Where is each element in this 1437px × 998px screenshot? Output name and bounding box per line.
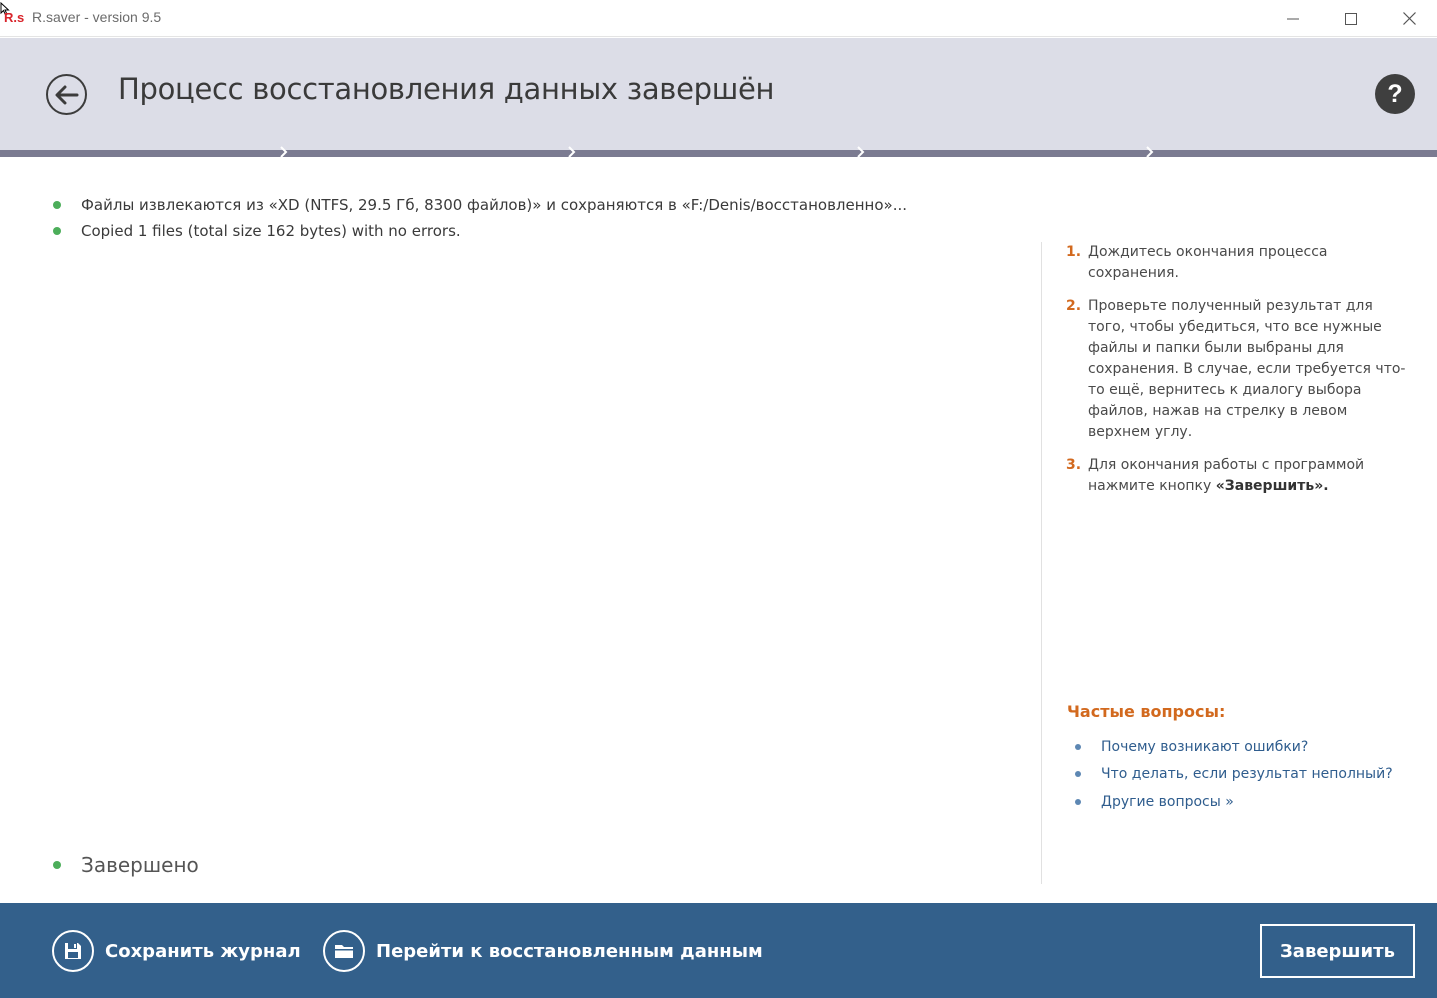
step-separator-icon: [568, 146, 576, 158]
instruction-text: Дождитесь окончания процесса сохранения.: [1088, 244, 1328, 281]
faq-title: Частые вопросы:: [1067, 702, 1226, 721]
save-log-label: Сохранить журнал: [105, 940, 301, 962]
log-text: Файлы извлекаются из «XD (NTFS, 29.5 Гб,…: [81, 196, 908, 214]
instruction-bold-text: «Завершить».: [1215, 478, 1329, 494]
minimize-icon: [1287, 18, 1299, 19]
minimize-button[interactable]: [1264, 0, 1322, 37]
step-separator-icon: [857, 146, 865, 158]
status-dot-icon: [53, 861, 61, 869]
log-panel: Файлы извлекаются из «XD (NTFS, 29.5 Гб,…: [50, 192, 1030, 244]
back-button[interactable]: [46, 74, 87, 115]
faq-link[interactable]: Почему возникают ошибки?: [1101, 739, 1308, 755]
bullet-icon: [1075, 771, 1081, 778]
instruction-item: 3. Для окончания работы с программой наж…: [1066, 455, 1406, 497]
faq-item: Почему возникают ошибки?: [1075, 733, 1393, 761]
step-progress-bar: [0, 150, 1437, 157]
instruction-item: 1. Дождитесь окончания процесса сохранен…: [1066, 242, 1406, 284]
status-dot-icon: [53, 201, 61, 209]
log-line: Файлы извлекаются из «XD (NTFS, 29.5 Гб,…: [50, 192, 1030, 218]
window-title: R.saver - version 9.5: [32, 9, 162, 25]
faq-list: Почему возникают ошибки? Что делать, есл…: [1075, 733, 1393, 816]
bullet-icon: [1075, 743, 1081, 750]
question-icon: ?: [1387, 79, 1403, 108]
help-button[interactable]: ?: [1375, 74, 1415, 114]
status-line: Завершено: [50, 853, 199, 877]
step-separator-icon: [1146, 146, 1154, 158]
instruction-number: 2.: [1066, 298, 1082, 314]
log-line: Copied 1 files (total size 162 bytes) wi…: [50, 218, 1030, 244]
log-text: Copied 1 files (total size 162 bytes) wi…: [81, 222, 461, 240]
status-dot-icon: [53, 227, 61, 235]
faq-item: Что делать, если результат неполный?: [1075, 761, 1393, 789]
title-bar: R.s R.saver - version 9.5: [0, 0, 1437, 37]
instruction-number: 1.: [1066, 244, 1082, 260]
instruction-item: 2. Проверьте полученный результат для то…: [1066, 296, 1406, 443]
page-title: Процесс восстановления данных завершён: [118, 72, 775, 106]
maximize-icon: [1345, 12, 1357, 25]
finish-button[interactable]: Завершить: [1260, 924, 1415, 978]
instruction-text: Для окончания работы с программой нажмит…: [1088, 455, 1406, 497]
app-logo: R.s: [4, 10, 25, 25]
maximize-button[interactable]: [1322, 0, 1380, 37]
close-button[interactable]: [1380, 0, 1437, 37]
save-log-button[interactable]: Сохранить журнал: [52, 929, 301, 973]
close-icon: [1402, 12, 1416, 25]
faq-link[interactable]: Что делать, если результат неполный?: [1101, 766, 1393, 782]
folder-icon: [323, 930, 365, 972]
faq-link-more[interactable]: Другие вопросы »: [1101, 794, 1234, 810]
faq-item: Другие вопросы »: [1075, 788, 1393, 816]
bullet-icon: [1075, 798, 1081, 805]
floppy-disk-icon: [52, 930, 94, 972]
panel-divider: [1041, 242, 1042, 884]
status-text: Завершено: [81, 853, 199, 877]
open-recovered-data-label: Перейти к восстановленным данным: [376, 940, 763, 962]
instruction-text: Проверьте полученный результат для того,…: [1088, 298, 1406, 440]
instructions-list: 1. Дождитесь окончания процесса сохранен…: [1066, 242, 1406, 509]
instruction-number: 3.: [1066, 457, 1082, 473]
step-separator-icon: [280, 146, 288, 158]
arrow-left-icon: [55, 85, 78, 104]
open-recovered-data-button[interactable]: Перейти к восстановленным данным: [323, 929, 763, 973]
